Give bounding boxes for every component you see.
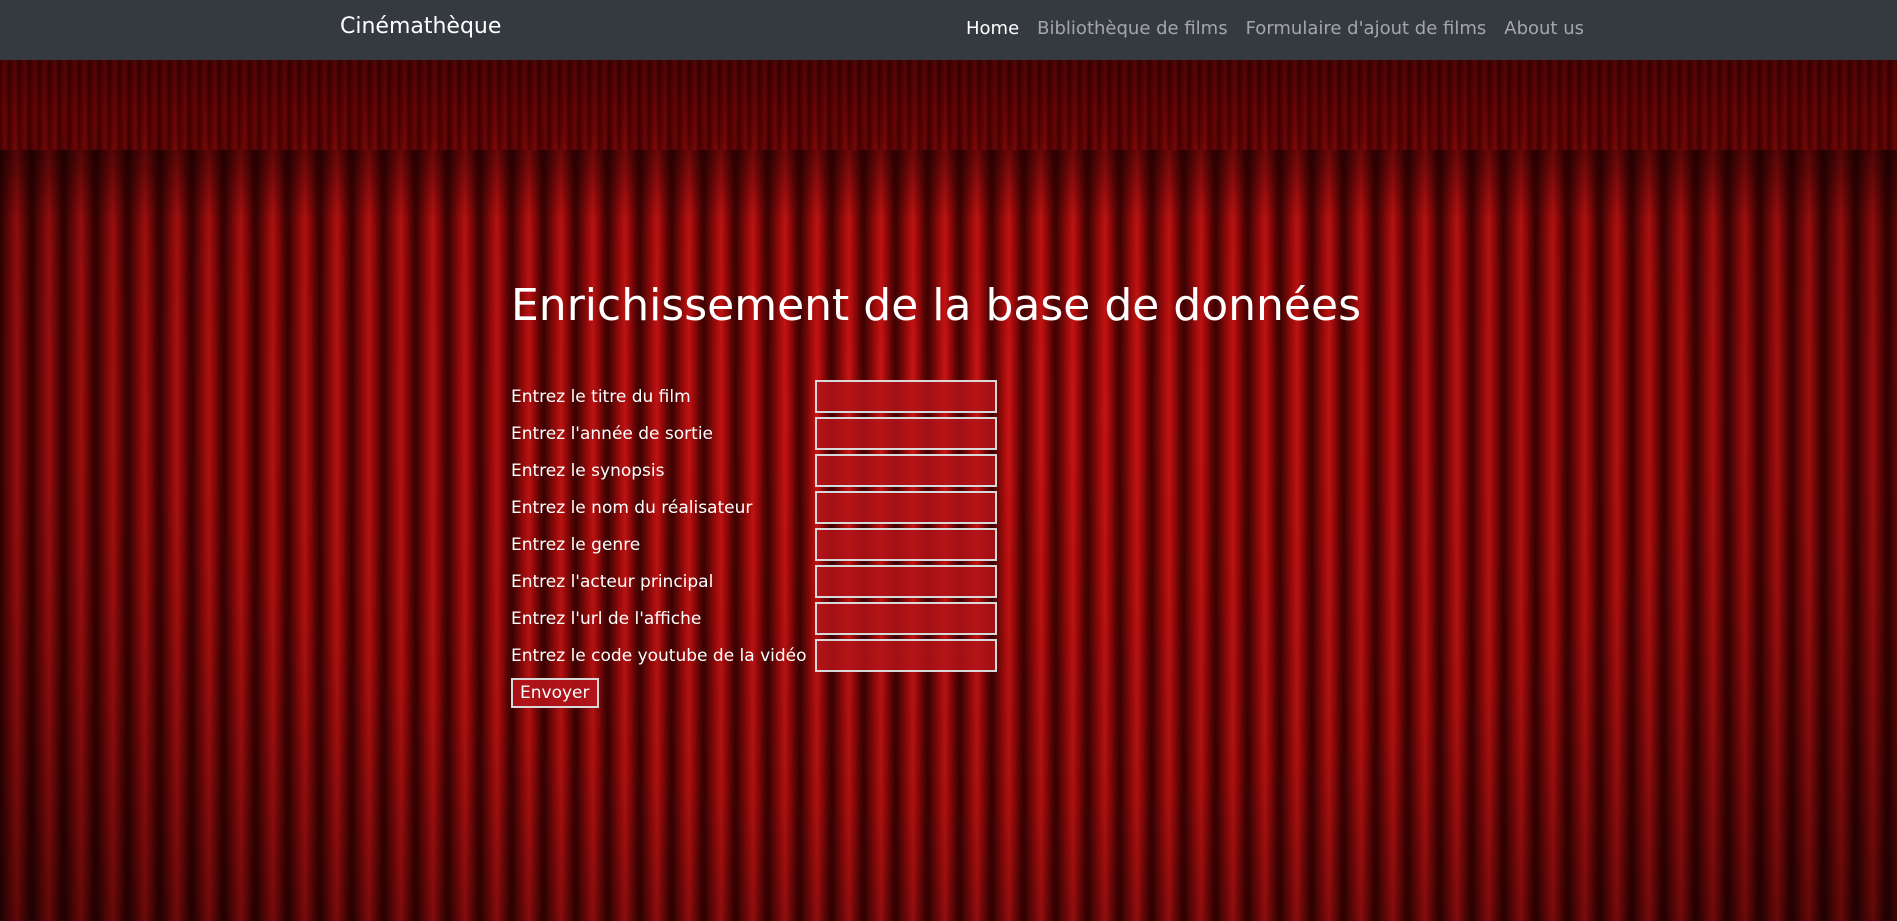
year-input[interactable] xyxy=(815,417,997,450)
poster-url-label: Entrez l'url de l'affiche xyxy=(511,608,702,629)
synopsis-input[interactable] xyxy=(815,454,997,487)
nav-link-add-film-form[interactable]: Formulaire d'ajout de films xyxy=(1246,18,1487,39)
youtube-code-input[interactable] xyxy=(815,639,997,672)
add-film-form: Entrez le titre du film Entrez l'année d… xyxy=(511,378,1361,708)
form-row-director: Entrez le nom du réalisateur xyxy=(511,489,1361,526)
form-row-year: Entrez l'année de sortie xyxy=(511,415,1361,452)
main-content: Enrichissement de la base de données Ent… xyxy=(511,280,1361,708)
poster-url-input[interactable] xyxy=(815,602,997,635)
title-input[interactable] xyxy=(815,380,997,413)
youtube-code-label: Entrez le code youtube de la vidéo xyxy=(511,645,807,666)
page-title: Enrichissement de la base de données xyxy=(511,280,1361,331)
form-row-title: Entrez le titre du film xyxy=(511,378,1361,415)
director-label: Entrez le nom du réalisateur xyxy=(511,497,753,518)
genre-input[interactable] xyxy=(815,528,997,561)
form-row-youtube-code: Entrez le code youtube de la vidéo xyxy=(511,637,1361,674)
nav-link-film-library[interactable]: Bibliothèque de films xyxy=(1037,18,1227,39)
lead-actor-label: Entrez l'acteur principal xyxy=(511,571,714,592)
curtain-valance xyxy=(0,60,1897,150)
form-row-synopsis: Entrez le synopsis xyxy=(511,452,1361,489)
title-label: Entrez le titre du film xyxy=(511,386,691,407)
year-label: Entrez l'année de sortie xyxy=(511,423,714,444)
genre-label: Entrez le genre xyxy=(511,534,641,555)
nav-link-home[interactable]: Home xyxy=(966,18,1019,39)
lead-actor-input[interactable] xyxy=(815,565,997,598)
form-row-poster-url: Entrez l'url de l'affiche xyxy=(511,600,1361,637)
form-row-lead-actor: Entrez l'acteur principal xyxy=(511,563,1361,600)
nav-links: Home Bibliothèque de films Formulaire d'… xyxy=(966,18,1584,39)
submit-button[interactable]: Envoyer xyxy=(511,678,599,708)
brand-link[interactable]: Cinémathèque xyxy=(340,14,501,39)
navbar: Cinémathèque Home Bibliothèque de films … xyxy=(0,0,1897,60)
director-input[interactable] xyxy=(815,491,997,524)
form-row-genre: Entrez le genre xyxy=(511,526,1361,563)
nav-link-about-us[interactable]: About us xyxy=(1504,18,1584,39)
synopsis-label: Entrez le synopsis xyxy=(511,460,665,481)
